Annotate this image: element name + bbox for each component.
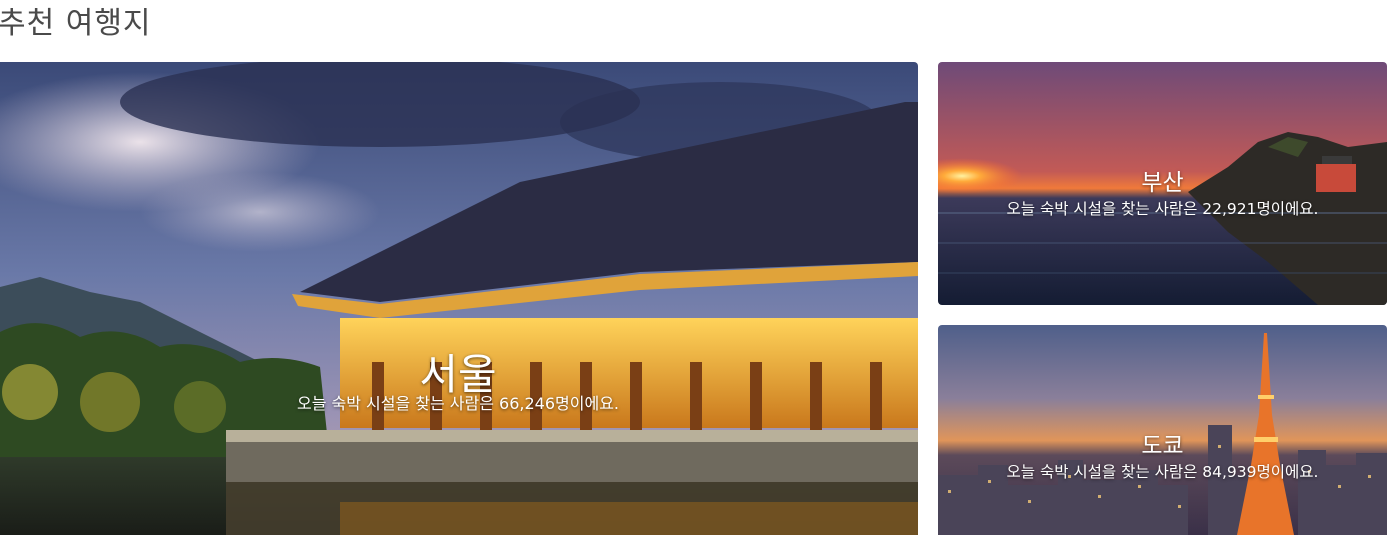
city-name: 부산 — [1141, 170, 1184, 196]
card-caption: 부산 오늘 숙박 시설을 찾는 사람은 22,921명이에요. — [938, 168, 1387, 219]
section-title: 추천 여행지 — [0, 6, 152, 41]
card-caption: 서울 오늘 숙박 시설을 찾는 사람은 66,246명이에요. — [0, 349, 918, 414]
destination-card-seoul[interactable]: 서울 오늘 숙박 시설을 찾는 사람은 66,246명이에요. — [0, 62, 918, 535]
city-description: 오늘 숙박 시설을 찾는 사람은 66,246명이에요. — [296, 394, 620, 413]
destination-card-tokyo[interactable]: 도쿄 오늘 숙박 시설을 찾는 사람은 84,939명이에요. — [938, 325, 1387, 535]
city-description: 오늘 숙박 시설을 찾는 사람은 22,921명이에요. — [1006, 200, 1319, 218]
city-name: 도쿄 — [1141, 433, 1184, 459]
seoul-palace-image — [0, 62, 918, 535]
card-caption: 도쿄 오늘 숙박 시설을 찾는 사람은 84,939명이에요. — [938, 431, 1387, 482]
city-description: 오늘 숙박 시설을 찾는 사람은 84,939명이에요. — [1006, 463, 1319, 481]
destination-card-busan[interactable]: 부산 오늘 숙박 시설을 찾는 사람은 22,921명이에요. — [938, 62, 1387, 305]
tokyo-tower-image — [938, 325, 1387, 535]
